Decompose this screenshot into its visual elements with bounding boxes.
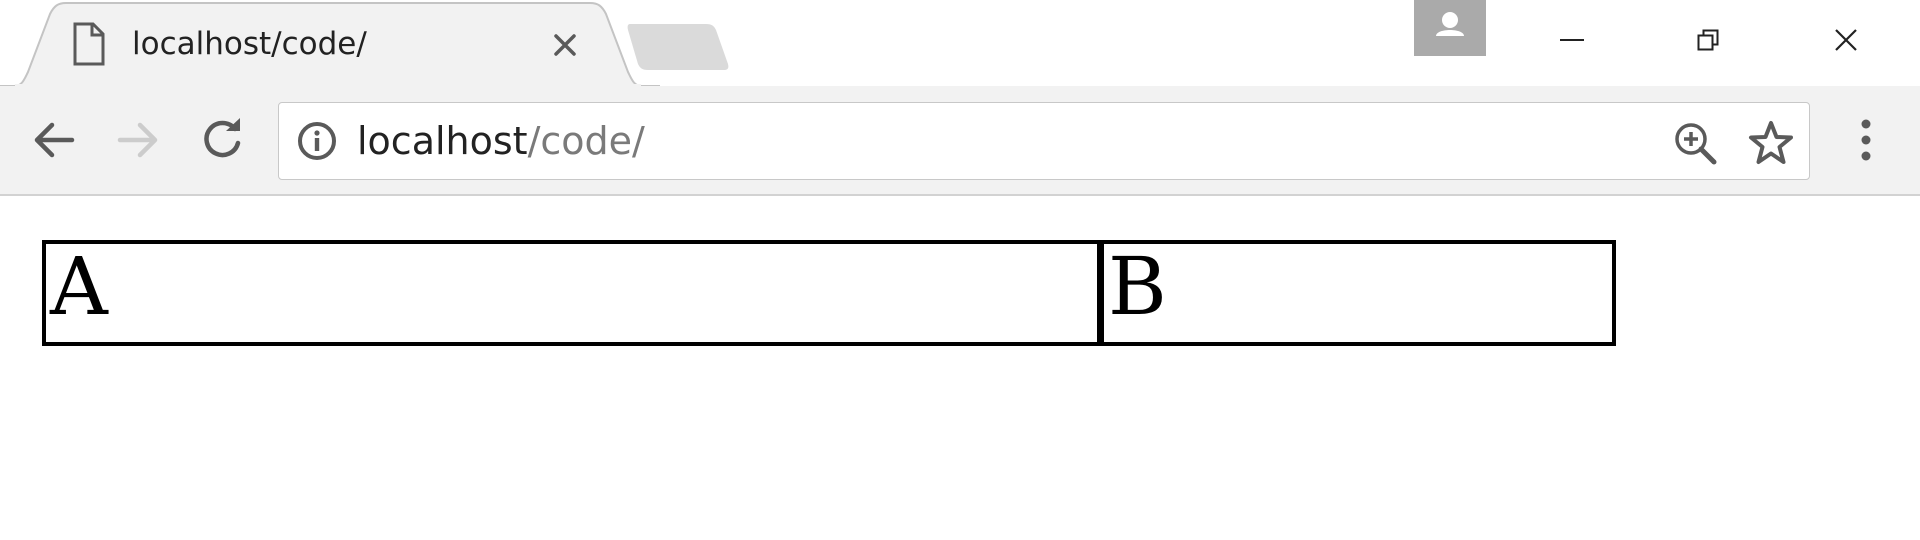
close-icon[interactable] [550, 30, 580, 60]
url-text[interactable]: localhost/code/ [357, 117, 645, 165]
reload-button[interactable] [192, 110, 252, 170]
restore-button[interactable] [1640, 0, 1776, 80]
profile-button[interactable] [1414, 0, 1486, 56]
tab-strip: localhost/code/ [0, 0, 1920, 88]
info-icon[interactable] [297, 121, 337, 161]
forward-button[interactable] [108, 110, 168, 170]
minimize-icon [1560, 39, 1584, 41]
more-vertical-icon [1861, 119, 1871, 161]
table-row: A B [46, 244, 1612, 342]
content-table: A B [42, 240, 1616, 346]
table-cell-a: A [46, 244, 1104, 342]
restore-icon [1697, 29, 1719, 51]
browser-window: localhost/code/ localhost/code/ A B [0, 0, 1920, 540]
back-arrow-icon [34, 122, 75, 158]
url-host: localhost [357, 119, 528, 163]
toolbar: localhost/code/ [0, 86, 1920, 196]
star-icon[interactable] [1747, 119, 1795, 167]
page-icon [73, 22, 105, 66]
zoom-in-icon[interactable] [1673, 121, 1717, 165]
close-icon [1835, 29, 1857, 51]
url-path: /code/ [527, 119, 645, 163]
address-bar[interactable]: localhost/code/ [278, 102, 1810, 180]
person-icon [1436, 12, 1464, 36]
tab-title: localhost/code/ [132, 26, 367, 62]
table-cell-b: B [1108, 244, 1167, 333]
page-content: A B [0, 196, 1920, 540]
menu-button[interactable] [1836, 110, 1896, 170]
tab-content[interactable]: localhost/code/ [60, 10, 590, 80]
back-button[interactable] [24, 110, 84, 170]
reload-icon [204, 118, 241, 158]
new-tab-icon[interactable] [626, 20, 730, 72]
window-close-button[interactable] [1778, 0, 1914, 80]
forward-arrow-icon [117, 122, 158, 158]
minimize-button[interactable] [1504, 0, 1640, 80]
